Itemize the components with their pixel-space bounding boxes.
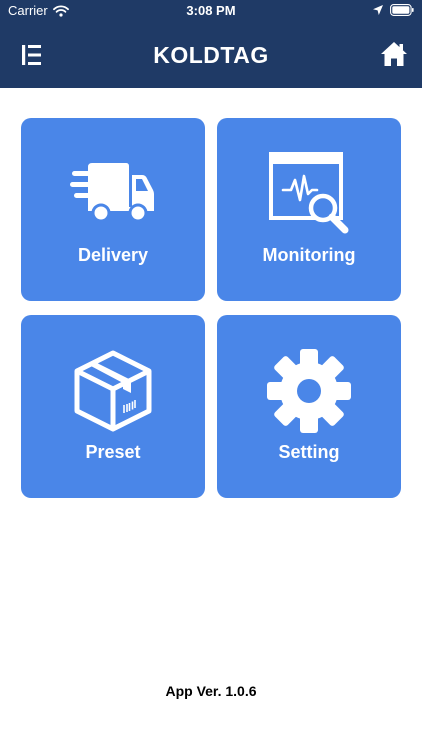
home-icon [381,42,407,66]
monitoring-tile[interactable]: Monitoring [217,118,401,301]
status-time: 3:08 PM [186,3,236,18]
monitoring-icon [217,152,401,234]
box-icon [21,350,205,432]
setting-tile[interactable]: Setting [217,315,401,498]
delivery-tile[interactable]: Delivery [21,118,205,301]
app-version: App Ver. 1.0.6 [165,683,257,699]
setting-label: Setting [278,442,340,462]
status-indicators [373,4,414,16]
app-title: KOLDTAG [153,42,269,68]
navigation-bar: KOLDTAG [0,22,422,88]
delivery-label: Delivery [77,245,149,265]
preset-tile[interactable]: Preset [21,315,205,498]
app-header: Carrier 3:08 PM KOLDTAG [0,0,422,88]
home-button[interactable] [376,38,412,70]
location-arrow-icon [373,5,383,15]
battery-icon [390,4,414,16]
delivery-truck-icon [21,154,205,234]
status-bar: Carrier 3:08 PM [0,0,422,22]
monitoring-label: Monitoring [262,245,356,265]
gear-icon [217,349,401,433]
preset-label: Preset [85,442,141,462]
